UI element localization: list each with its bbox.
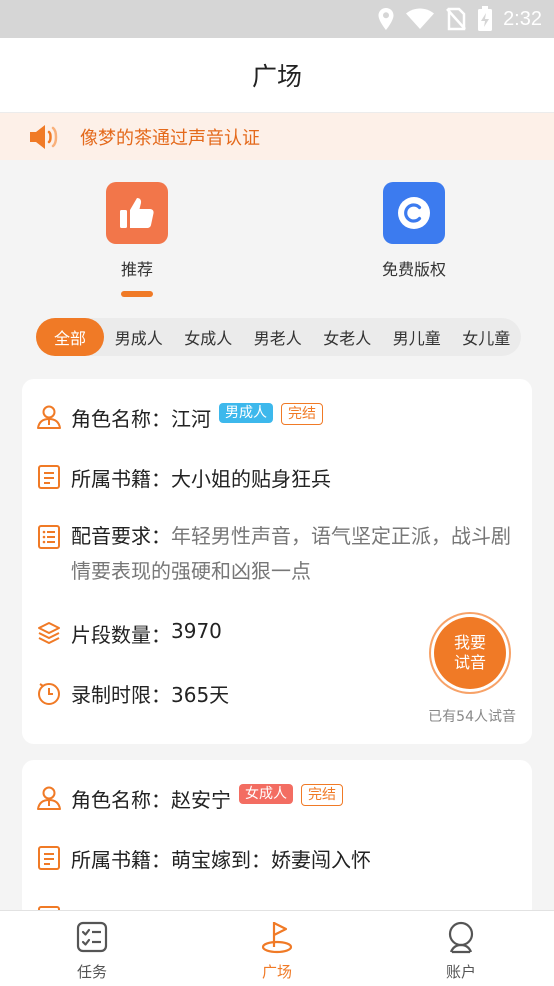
time-limit: 365天 [171,683,230,707]
role-name: 赵安宁 [171,788,231,812]
thumbs-up-icon [106,182,168,244]
book-title: 萌宝嫁到：娇妻闯入怀 [171,848,371,872]
speaker-icon [30,124,58,149]
filter-chip-all[interactable]: 全部 [36,318,104,356]
role-name-row: 角色名称： 赵安宁 女成人 完结 [36,784,343,813]
audition-count: 已有54人试音 [428,709,516,725]
flag-icon [261,922,293,954]
role-name: 江河 [171,407,211,431]
book-icon [38,846,60,870]
tab-label: 账户 [445,963,476,981]
active-feature-indicator [121,291,153,297]
tab-label: 广场 [261,963,292,981]
filter-chip-adult-female[interactable]: 女成人 [174,318,244,356]
status-badge: 完结 [301,784,343,806]
segment-count-label: 片段数量： [71,623,171,647]
account-icon [448,921,474,954]
notice-banner[interactable]: 像梦的茶通过声音认证 [0,113,554,160]
role-name-label: 角色名称： [71,788,171,812]
segment-count: 3970 [171,619,222,643]
feature-label: 推荐 [120,260,153,279]
stopwatch-icon [38,683,60,705]
time-limit-row: 录制时限： 365天 [36,679,229,708]
person-icon [37,405,61,429]
audition-button[interactable]: 我要试音 [434,617,506,689]
person-icon [37,786,61,810]
tab-account[interactable]: 账户 [411,919,511,982]
segment-count-row: 片段数量： 3970 [36,619,222,648]
filter-chip-boy[interactable]: 男儿童 [382,318,452,356]
role-name-row: 角色名称： 江河 男成人 完结 [36,403,323,432]
role-card[interactable]: 角色名称： 江河 男成人 完结 所属书籍： 大小姐的贴身狂兵 配音要求：年轻男性… [22,379,532,744]
battery-charging-icon [478,6,493,31]
status-badge: 完结 [281,403,323,425]
task-list-icon [76,921,108,953]
book-icon [38,465,60,489]
book-title: 大小姐的贴身狂兵 [171,467,331,491]
filter-chip-adult-male[interactable]: 男成人 [104,318,174,356]
requirement-row: 配音要求：年轻男性声音，语气坚定正派，战斗剧情要表现的强硬和凶狠一点 [36,523,516,589]
filter-chip-elderly-female[interactable]: 女老人 [313,318,383,356]
status-bar: 2:32 [0,0,554,38]
clock: 2:32 [503,7,542,30]
bottom-tab-bar: 任务 广场 账户 [0,910,554,986]
voice-type-filter: 全部 男成人 女成人 男老人 女老人 男儿童 女儿童 [36,318,521,356]
feature-free-copyright[interactable]: 免费版权 [354,182,474,280]
copyright-icon [383,182,445,244]
filter-chip-girl[interactable]: 女儿童 [452,318,522,356]
role-name-label: 角色名称： [71,407,171,431]
page-title: 广场 [251,62,302,91]
checklist-icon [38,525,60,549]
book-label: 所属书籍： [71,848,171,872]
tab-plaza[interactable]: 广场 [227,919,327,982]
role-card[interactable]: 角色名称： 赵安宁 女成人 完结 所属书籍： 萌宝嫁到：娇妻闯入怀 [22,760,532,930]
book-row: 所属书籍： 萌宝嫁到：娇妻闯入怀 [36,844,371,873]
feature-label: 免费版权 [381,260,446,279]
no-sim-icon [446,7,466,31]
tab-tasks[interactable]: 任务 [42,919,142,982]
location-icon [378,8,394,30]
tab-label: 任务 [76,963,107,981]
notice-text: 像梦的茶通过声音认证 [80,127,260,149]
book-row: 所属书籍： 大小姐的贴身狂兵 [36,463,331,492]
voice-type-tag: 女成人 [239,784,293,804]
voice-type-tag: 男成人 [219,403,273,423]
layers-icon [38,622,60,644]
audition-button-label: 我要试音 [453,633,486,672]
requirement-label: 配音要求： [71,524,171,548]
filter-chip-elderly-male[interactable]: 男老人 [243,318,313,356]
wifi-icon [406,8,435,29]
book-label: 所属书籍： [71,467,171,491]
time-limit-label: 录制时限： [71,683,171,707]
feature-recommend[interactable]: 推荐 [77,182,197,280]
app-header: 广场 [0,38,554,113]
